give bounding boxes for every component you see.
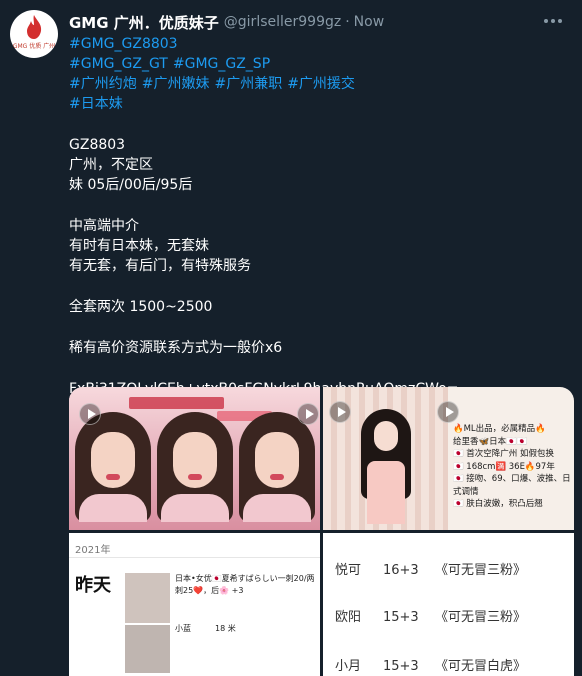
media-grid: 🔥ML出品，必属精品🔥 给里香🦋日本🇯🇵🇯🇵 🇯🇵 首次空降广州 如假包换 🇯🇵… <box>69 387 574 676</box>
hashtag[interactable]: #广州援交 <box>287 76 355 92</box>
tweet-text: #GMG_GZ8803 #GMG_GZ_GT #GMG_GZ_SP #广州约炮 #广… <box>69 34 574 399</box>
thumbnail <box>125 625 170 673</box>
tweet-header: GMG 广州．优质妹子 @girlseller999gz · Now <box>69 11 384 33</box>
photo-banner <box>129 397 224 409</box>
hashtag[interactable]: #GMG_GZ8803 <box>69 36 178 52</box>
hashtag-line-4: #日本妹 <box>69 94 574 114</box>
timestamp[interactable]: Now <box>354 14 385 30</box>
hashtag-line-2: #GMG_GZ_GT #GMG_GZ_SP <box>69 54 574 74</box>
media-photo-1[interactable] <box>69 387 320 530</box>
hashtag[interactable]: #GMG_GZ_SP <box>173 56 270 72</box>
avatar[interactable]: GMG 优质 广州 <box>10 10 58 58</box>
media-photo-3[interactable]: 2021年 昨天 日本•女优🇯🇵夏希すばらしい一刺20/两刺25❤️，后🌸 +3… <box>69 533 320 676</box>
text-line: 妹 05后/00后/95后 <box>69 177 193 193</box>
text-line: 广州，不定区 <box>69 157 153 173</box>
play-icon[interactable] <box>297 403 319 425</box>
media-photo-4[interactable]: 悦可 16+3 《可无冒三粉》 欧阳 15+3 《可无冒三粉》 小月 15+3 《可无冒白虎… <box>323 533 574 676</box>
day-label: 昨天 <box>75 575 111 596</box>
text-line: 稀有高价资源联系方式为一般价x6 <box>69 340 283 356</box>
user-handle[interactable]: @girlseller999gz <box>224 14 341 30</box>
post-value: 18 米 <box>215 624 236 633</box>
text-line: 全套两次 1500~2500 <box>69 299 213 315</box>
photo-caption: 🔥ML出品，必属精品🔥 给里香🦋日本🇯🇵🇯🇵 🇯🇵 首次空降广州 如假包换 🇯🇵… <box>453 424 571 509</box>
play-icon[interactable] <box>79 403 101 425</box>
hashtag[interactable]: #广州约炮 <box>69 76 137 92</box>
year-label: 2021年 <box>75 545 111 556</box>
price-row: 悦可 16+3 《可无冒三粉》 <box>335 563 527 578</box>
thumbnail <box>125 573 170 623</box>
separator-dot: · <box>345 14 350 30</box>
flame-icon <box>27 15 42 39</box>
avatar-label: GMG 优质 广州 <box>12 43 56 50</box>
display-name[interactable]: GMG 广州．优质妹子 <box>69 12 219 33</box>
media-photo-2[interactable]: 🔥ML出品，必属精品🔥 给里香🦋日本🇯🇵🇯🇵 🇯🇵 首次空降广州 如假包换 🇯🇵… <box>323 387 574 530</box>
text-line: GZ8803 <box>69 137 126 153</box>
photo-figure <box>361 409 411 524</box>
hashtag-line-3: #广州约炮 #广州嫩妹 #广州兼职 #广州援交 <box>69 74 574 94</box>
more-options-icon[interactable] <box>538 10 568 32</box>
play-icon[interactable] <box>329 401 351 423</box>
play-icon[interactable] <box>437 401 459 423</box>
tweet[interactable]: GMG 优质 广州 GMG 广州．优质妹子 @girlseller999gz ·… <box>0 0 582 676</box>
text-line: 中高端中介 <box>69 218 139 234</box>
hashtag[interactable]: #广州嫩妹 <box>142 76 210 92</box>
hashtag[interactable]: #GMG_GZ_GT <box>69 56 168 72</box>
post-caption: 日本•女优🇯🇵夏希すばらしい一刺20/两刺25❤️，后🌸 +3 <box>175 574 315 595</box>
text-line: 有时有日本妹，无套妹 <box>69 238 209 254</box>
price-row: 欧阳 15+3 《可无冒三粉》 <box>335 610 527 625</box>
hashtag[interactable]: #广州兼职 <box>214 76 282 92</box>
text-line: 有无套，有后门，有特殊服务 <box>69 258 251 274</box>
price-row: 小月 15+3 《可无冒白虎》 <box>335 659 527 674</box>
post-name: 小蓝 <box>175 624 191 633</box>
hashtag[interactable]: #日本妹 <box>69 96 123 112</box>
hashtag-line-1: #GMG_GZ8803 <box>69 34 574 54</box>
